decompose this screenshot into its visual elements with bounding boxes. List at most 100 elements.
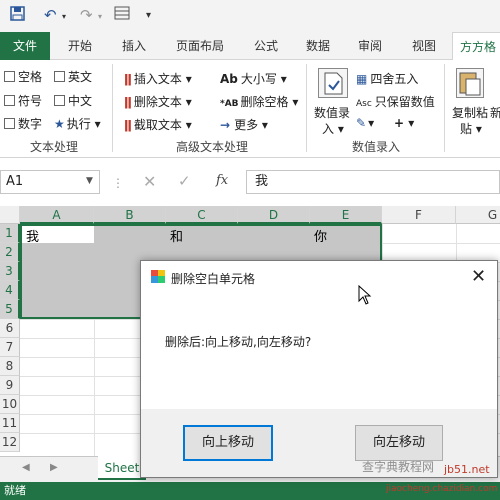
- scroll-right-icon[interactable]: ▶: [50, 462, 58, 473]
- redo-icon[interactable]: ↷: [80, 6, 93, 24]
- row-header-2[interactable]: 2: [0, 243, 20, 262]
- row-header-8[interactable]: 8: [0, 357, 20, 376]
- name-box[interactable]: A1: [0, 170, 100, 194]
- tab-view[interactable]: 视图: [402, 32, 446, 60]
- watermark-url: jiaocheng.chazidian.com: [386, 484, 498, 494]
- tab-data[interactable]: 数据: [296, 32, 340, 60]
- column-header-c[interactable]: C: [166, 206, 238, 224]
- status-text: 就绪: [4, 484, 26, 497]
- column-header-e[interactable]: E: [310, 206, 382, 224]
- row-header-6[interactable]: 6: [0, 319, 20, 338]
- edit-icon: ✎: [356, 116, 367, 130]
- cell-c1[interactable]: 和: [170, 226, 183, 245]
- tab-home[interactable]: 开始: [58, 32, 102, 60]
- copy-paste-label[interactable]: 复制粘: [452, 104, 488, 121]
- tab-review[interactable]: 审阅: [348, 32, 392, 60]
- move-left-button[interactable]: 向左移动: [355, 425, 443, 461]
- case-icon: Ab: [220, 72, 238, 86]
- check-icon[interactable]: ✓: [178, 172, 191, 190]
- column-header-d[interactable]: D: [238, 206, 310, 224]
- group-separator: [306, 64, 307, 152]
- group-separator: [112, 64, 113, 152]
- column-header-g[interactable]: G: [456, 206, 500, 224]
- extract-text-label: 截取文本 ▾: [133, 118, 192, 132]
- copy-paste-label-2[interactable]: 贴 ▾: [460, 120, 482, 137]
- arrow-right-icon: →: [220, 118, 231, 132]
- delete-text-button[interactable]: ǁ 删除文本 ▾: [124, 93, 192, 110]
- cell-e1[interactable]: 你: [314, 226, 327, 245]
- customize-qat-icon[interactable]: ▾: [146, 10, 151, 21]
- delete-blank-cells-dialog: 删除空白单元格 ✕ 删除后:向上移动,向左移动? 向上移动 向左移动: [140, 260, 498, 478]
- checkbox-chinese[interactable]: 中文: [54, 92, 92, 109]
- numeric-entry-label-2[interactable]: 入 ▾: [322, 120, 344, 137]
- round-button[interactable]: ▦ 四舍五入: [356, 70, 418, 87]
- extract-text-button[interactable]: ǁ 截取文本 ▾: [124, 116, 192, 133]
- row-header-4[interactable]: 4: [0, 281, 20, 300]
- extract-text-icon: ǁ: [124, 118, 132, 132]
- redo-dropdown-icon[interactable]: ▾: [98, 12, 102, 21]
- undo-icon[interactable]: ↶: [44, 6, 57, 24]
- row-header-5[interactable]: 5: [0, 300, 20, 319]
- cell-a1[interactable]: 我: [26, 226, 39, 245]
- keep-values-label: 只保留数值: [374, 95, 435, 109]
- tab-fangfangge[interactable]: 方方格: [452, 32, 500, 61]
- close-icon[interactable]: ✕: [471, 266, 486, 287]
- select-all-corner[interactable]: [0, 206, 20, 224]
- formula-input[interactable]: 我: [246, 170, 500, 194]
- numeric-entry-label[interactable]: 数值录: [314, 104, 350, 121]
- form-icon[interactable]: [114, 6, 130, 24]
- case-button[interactable]: Ab 大小写 ▾: [220, 70, 287, 87]
- tab-insert[interactable]: 插入: [112, 32, 156, 60]
- checkbox-symbol-label: 符号: [18, 94, 43, 108]
- edit-button[interactable]: ✎ ▾: [356, 116, 374, 130]
- ribbon: 空格 英文 符号 中文 数字 ★ 执行 ▾ 文本处理 ǁ 插入文本 ▾ ǁ 删除文本 …: [0, 60, 500, 158]
- checkbox-space-label: 空格: [18, 70, 43, 84]
- insert-function-icon[interactable]: fx: [216, 173, 228, 188]
- add-button[interactable]: + ▾: [394, 116, 414, 130]
- more-button[interactable]: → 更多 ▾: [220, 116, 268, 133]
- dialog-title-bar[interactable]: 删除空白单元格 ✕: [141, 261, 497, 293]
- tab-page-layout[interactable]: 页面布局: [168, 32, 232, 60]
- checkbox-english[interactable]: 英文: [54, 68, 92, 85]
- execute-button[interactable]: ★ 执行 ▾: [54, 115, 101, 132]
- move-up-button[interactable]: 向上移动: [183, 425, 273, 461]
- row-header-11[interactable]: 11: [0, 414, 20, 433]
- group-separator: [444, 64, 445, 152]
- formula-separator-icon: ⋮: [112, 176, 124, 190]
- row-header-1[interactable]: 1: [0, 224, 20, 243]
- delete-space-button[interactable]: *AB 删除空格 ▾: [220, 93, 298, 110]
- tab-formulas[interactable]: 公式: [244, 32, 288, 60]
- round-label: 四舍五入: [370, 72, 419, 86]
- checkbox-space[interactable]: 空格: [4, 68, 42, 85]
- row-header-10[interactable]: 10: [0, 395, 20, 414]
- checkbox-symbol[interactable]: 符号: [4, 92, 42, 109]
- row-header-7[interactable]: 7: [0, 338, 20, 357]
- undo-dropdown-icon[interactable]: ▾: [62, 12, 66, 21]
- scroll-left-icon[interactable]: ◀: [22, 462, 30, 473]
- column-header-f[interactable]: F: [382, 206, 456, 224]
- chevron-down-icon[interactable]: ▼: [86, 176, 93, 186]
- checkbox-number-label: 数字: [18, 117, 43, 131]
- dialog-message: 删除后:向上移动,向左移动?: [165, 335, 312, 349]
- insert-text-icon: ǁ: [124, 72, 132, 86]
- execute-label: 执行 ▾: [66, 117, 101, 131]
- row-header-9[interactable]: 9: [0, 376, 20, 395]
- save-icon[interactable]: [10, 6, 25, 25]
- column-header-a[interactable]: A: [20, 206, 94, 224]
- group-label-advanced-text: 高级文本处理: [176, 140, 249, 154]
- keep-values-button[interactable]: Asc 只保留数值: [356, 93, 435, 110]
- checkbox-number[interactable]: 数字: [4, 115, 42, 132]
- new-label[interactable]: 新: [490, 104, 500, 121]
- row-header-12[interactable]: 12: [0, 433, 20, 452]
- insert-text-button[interactable]: ǁ 插入文本 ▾: [124, 70, 192, 87]
- row-header-3[interactable]: 3: [0, 262, 20, 281]
- more-label: 更多 ▾: [234, 118, 268, 132]
- delete-text-icon: ǁ: [124, 95, 132, 109]
- tab-file[interactable]: 文件: [0, 32, 50, 60]
- numeric-entry-icon: [318, 68, 348, 98]
- column-header-b[interactable]: B: [94, 206, 166, 224]
- sheet-tab[interactable]: Sheet: [98, 456, 146, 480]
- mouse-cursor-icon: [358, 284, 372, 308]
- case-label: 大小写 ▾: [240, 72, 287, 86]
- cancel-icon[interactable]: ✕: [143, 172, 156, 191]
